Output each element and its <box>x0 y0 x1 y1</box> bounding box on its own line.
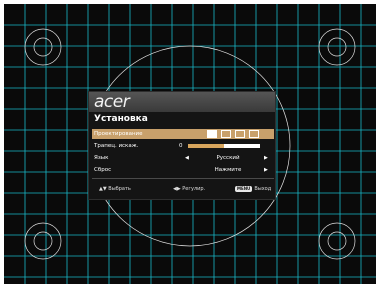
footer-divider <box>92 178 274 179</box>
acer-logo: acer <box>94 92 130 112</box>
language-value: Русский <box>216 155 240 161</box>
osd-header: acer <box>89 92 275 112</box>
menu-row-keystone[interactable]: Трапец. искаж. 0 <box>92 141 274 151</box>
footer-adjust: ◀▶ Регулир. <box>173 186 206 192</box>
menu-row-label: Язык <box>94 155 109 161</box>
arrow-right-icon[interactable]: ▶ <box>264 165 268 175</box>
reset-value: Нажмите <box>214 167 242 173</box>
arrow-right-icon[interactable]: ▶ <box>264 153 268 163</box>
menu-row-label: Трапец. искаж. <box>94 143 139 149</box>
menu-row-label: Сброс <box>94 167 112 173</box>
menu-row-label: Проектирование <box>94 131 143 137</box>
menu-row-reset[interactable]: Сброс Нажмите ▶ <box>92 165 274 175</box>
rear-ceiling-projection-icon[interactable] <box>249 130 259 138</box>
arrow-left-icon[interactable]: ◀ <box>185 153 189 163</box>
footer-select: ▲▼ Выбрать <box>99 186 131 192</box>
left-right-arrows-icon: ◀▶ <box>173 186 181 192</box>
osd-menu-panel: acer Установка Проектирование Трапец. ис… <box>88 91 276 200</box>
keystone-slider[interactable] <box>188 144 260 148</box>
menu-title: Установка <box>94 114 148 124</box>
footer-exit: MENU Выход <box>235 185 272 192</box>
ceiling-projection-icon[interactable] <box>235 130 245 138</box>
menu-row-projection[interactable]: Проектирование <box>92 129 274 139</box>
keystone-value: 0 <box>179 143 183 149</box>
up-down-arrows-icon: ▲▼ <box>99 186 107 192</box>
menu-key-icon: MENU <box>235 185 253 192</box>
test-pattern-screen: acer Установка Проектирование Трапец. ис… <box>0 0 380 288</box>
menu-row-language[interactable]: Язык ◀ Русский ▶ <box>92 153 274 163</box>
osd-footer: ▲▼ Выбрать ◀▶ Регулир. MENU Выход <box>89 184 277 194</box>
rear-projection-icon[interactable] <box>221 130 231 138</box>
keystone-slider-fill <box>188 144 224 148</box>
front-projection-icon[interactable] <box>207 130 217 138</box>
